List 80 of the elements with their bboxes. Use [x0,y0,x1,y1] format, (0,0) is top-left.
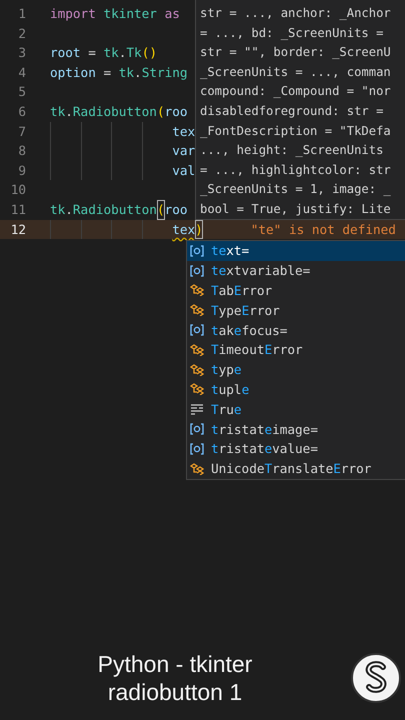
error-message: "te" is not defined [250,220,396,239]
suggestion-item[interactable]: type [187,360,405,380]
code-token: val [172,162,196,180]
code-token: . [118,44,126,62]
code-token: as [164,5,180,23]
class-icon [190,304,204,316]
field-icon [190,264,204,277]
code-token: tk [50,200,66,219]
suggestion-item[interactable]: takefocus= [187,320,405,340]
line-number: 4 [17,64,26,82]
code-token: = [87,44,97,62]
line-number: 1 [17,5,26,23]
code-token: import [50,5,96,23]
suggestion-item[interactable]: TabError [187,280,405,300]
line-number: 9 [17,162,26,180]
field-icon [190,324,204,336]
signature-text: ..., height: _ScreenUnits [200,142,384,160]
line-number: 7 [17,122,26,141]
code-token: . [65,200,73,219]
code-token: roo [164,200,188,219]
suggestion-item[interactable]: True [187,399,405,420]
keyword-icon [190,403,204,416]
line-number: 6 [17,102,26,121]
line-number: 11 [10,200,26,219]
suggestion-item[interactable]: TypeError [187,300,405,320]
code-token: Tk [126,44,142,62]
code-token: ( [156,200,165,220]
suggestion-item[interactable]: UnicodeTranslateError [187,458,405,479]
code-token: tk [103,44,119,62]
line-number: 2 [17,24,26,43]
code-token: tex [172,122,196,141]
code-token: () [142,44,157,62]
signature-text: _ScreenUnits = 1, image: _ [200,181,392,198]
signature-text: = ..., highlightcolor: str [200,162,392,179]
s-logo-icon [350,652,402,704]
signature-text: str = "", border: _ScreenU [200,44,392,62]
code-token: . [134,64,142,82]
field-icon [190,442,204,455]
code-token: Radiobutton [72,102,157,121]
class-icon [190,284,204,296]
class-icon [190,344,204,356]
code-token: Radiobutton [72,200,157,219]
class-icon [190,383,204,396]
signature-text: bool = True, justify: Lite [200,200,392,218]
suggestion-item[interactable]: tuple [187,380,405,400]
suggestion-item[interactable]: text= [187,241,405,261]
suggestion-item[interactable]: tristateimage= [187,419,405,439]
class-icon [190,462,204,475]
line-number: 10 [10,181,26,200]
line-number: 3 [17,44,26,62]
video-subtitle: radiobutton 1 [108,678,242,706]
code-token: String [142,64,188,82]
suggestion-item[interactable]: TimeoutError [187,340,405,360]
suggestion-item[interactable]: textvariable= [187,260,405,281]
code-token: roo [164,102,188,121]
line-number: 5 [17,83,26,102]
field-icon [190,423,204,436]
code-token: var [172,142,196,160]
signature-text: compound: _Compound = "nor [200,83,392,100]
signature-text: disabledforeground: str = [200,102,384,120]
code-token: ( [156,102,165,121]
class-icon [190,364,204,376]
code-token: ) [195,220,203,240]
video-title: Python - tkinter [98,650,252,678]
code-token: tex [172,220,196,239]
code-token: = [102,64,112,82]
signature-text: = ..., bd: _ScreenUnits = [200,24,384,42]
signature-text: str = ..., anchor: _Anchor [200,5,392,22]
code-token: option [50,64,96,82]
line-number: 12 [10,220,26,239]
signature-text: _ScreenUnits = ..., comman [200,64,392,81]
code-token: tkinter [103,5,157,23]
suggestion-item[interactable]: tristatevalue= [187,438,405,459]
signature-text: _FontDescription = "TkDefa [200,122,392,140]
code-token: root [50,44,81,62]
code-token: tk [50,102,66,121]
field-icon [190,244,204,257]
code-token: tk [118,64,134,82]
code-token: . [65,102,73,121]
line-number: 8 [17,142,26,160]
